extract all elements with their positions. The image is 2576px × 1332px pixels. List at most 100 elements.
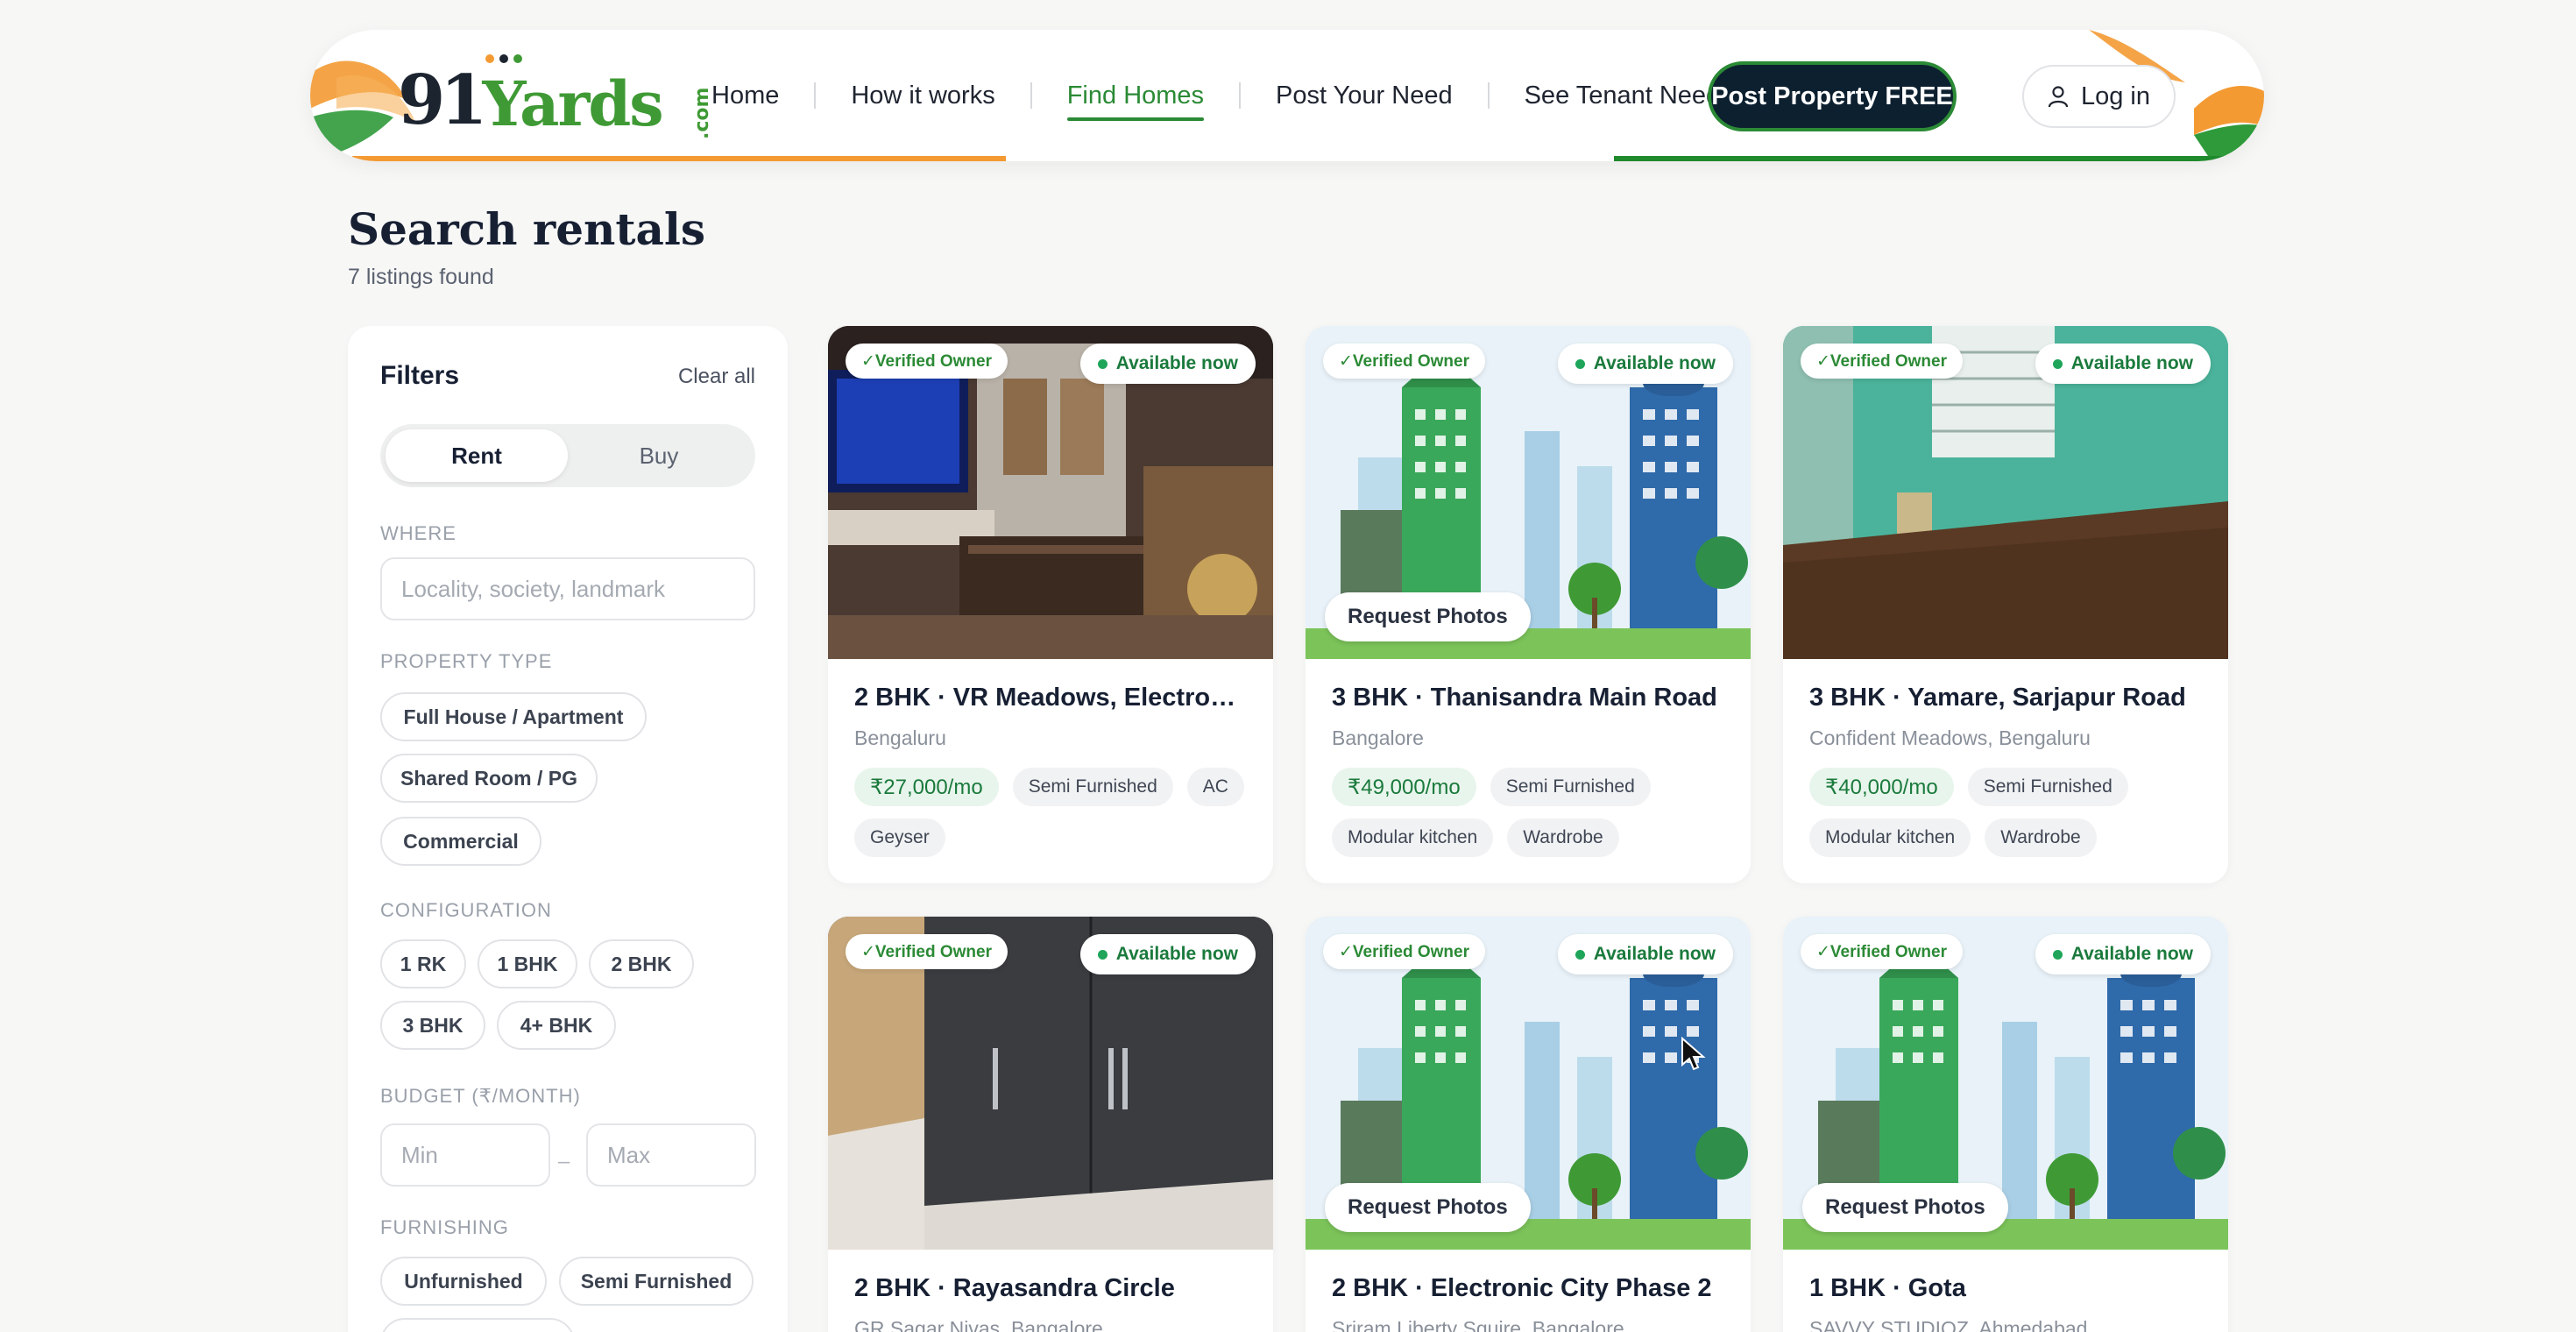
listing-title[interactable]: 2 BHK · Electronic City Phase 2: [1332, 1274, 1724, 1303]
available-dot-icon: [2052, 949, 2063, 960]
listing-card[interactable]: ✓Verified Owner Available now 2 BHK · VR…: [828, 326, 1273, 883]
nav-post-your-need[interactable]: Post Your Need: [1241, 81, 1488, 110]
listing-location: Confident Meadows, Bengaluru: [1809, 726, 2091, 749]
listing-photo[interactable]: ✓Verified Owner Available now Request Ph…: [1306, 917, 1751, 1250]
chip-2bhk[interactable]: 2 BHK: [589, 939, 694, 988]
listing-location: Bengaluru: [854, 726, 946, 749]
chip-4plus-bhk[interactable]: 4+ BHK: [497, 1001, 616, 1050]
budget-max-input[interactable]: Max: [586, 1123, 756, 1187]
mouse-cursor-icon: [1681, 1037, 1706, 1071]
chip-commercial[interactable]: Commercial: [380, 817, 541, 866]
property-type-label: PROPERTY TYPE: [380, 650, 553, 672]
chip-1bhk[interactable]: 1 BHK: [478, 939, 577, 988]
verified-owner-badge: ✓Verified Owner: [1323, 934, 1485, 969]
login-button[interactable]: Log in: [2022, 65, 2176, 128]
listing-title[interactable]: 2 BHK · Rayasandra Circle: [854, 1274, 1247, 1303]
listing-photo[interactable]: ✓Verified Owner Available now Request Ph…: [1306, 326, 1751, 659]
listing-tags: ₹27,000/mo Semi Furnished AC Geyser: [854, 768, 1247, 857]
header-accent-orange: [352, 156, 1006, 161]
top-navbar: 91 Yards .com Home How it works Find Hom…: [310, 30, 2264, 161]
budget-separator: –: [558, 1150, 570, 1173]
filters-title: Filters: [380, 361, 460, 390]
listing-tag: AC: [1186, 768, 1244, 806]
availability-label: Available now: [2070, 944, 2193, 964]
configuration-label: CONFIGURATION: [380, 899, 552, 921]
request-photos-button[interactable]: Request Photos: [1802, 1183, 2008, 1232]
availability-badge: Available now: [1557, 344, 1733, 384]
listing-card[interactable]: ✓Verified Owner Available now Request Ph…: [1306, 326, 1751, 883]
nav-find-homes[interactable]: Find Homes: [1032, 81, 1239, 121]
login-label: Log in: [2080, 81, 2150, 110]
listings-count: 7 listings found: [348, 265, 494, 289]
availability-badge: Available now: [1557, 934, 1733, 974]
listing-tags: ₹40,000/mo Semi Furnished Modular kitche…: [1809, 768, 2202, 857]
listing-title[interactable]: 3 BHK · Yamare, Sarjapur Road: [1809, 684, 2202, 712]
request-photos-button[interactable]: Request Photos: [1325, 592, 1531, 641]
site-logo[interactable]: 91 Yards .com: [398, 54, 713, 140]
verified-owner-badge: ✓Verified Owner: [1801, 934, 1963, 969]
listing-photo[interactable]: ✓Verified Owner Available now Request Ph…: [1783, 917, 2228, 1250]
rent-buy-toggle: Rent Buy: [380, 424, 755, 487]
verified-owner-badge: ✓Verified Owner: [846, 934, 1008, 969]
verified-owner-badge: ✓Verified Owner: [1801, 344, 1963, 379]
listing-photo[interactable]: ✓Verified Owner Available now: [1783, 326, 2228, 659]
listing-price: ₹27,000/mo: [854, 768, 999, 806]
budget-label: BUDGET (₹/MONTH): [380, 1085, 581, 1107]
filters-panel: Filters Clear all Rent Buy WHERE Localit…: [348, 326, 788, 1332]
listing-card[interactable]: ✓Verified Owner Available now 3 BHK · Ya…: [1783, 326, 2228, 883]
listing-price: ₹40,000/mo: [1809, 768, 1954, 806]
availability-label: Available now: [2070, 353, 2193, 373]
header-accent-green: [1614, 156, 2227, 161]
chip-furnishing-more[interactable]: [380, 1318, 575, 1332]
listing-tag: Modular kitchen: [1809, 818, 1971, 857]
clear-all-button[interactable]: Clear all: [678, 365, 755, 389]
chip-1rk[interactable]: 1 RK: [380, 939, 466, 988]
logo-number: 91: [398, 60, 488, 140]
post-property-button[interactable]: Post Property FREE: [1708, 61, 1957, 131]
listing-card[interactable]: ✓Verified Owner Available now 2 BHK · Ra…: [828, 917, 1273, 1332]
available-dot-icon: [2052, 358, 2063, 369]
listing-title[interactable]: 2 BHK · VR Meadows, Electronic ...: [854, 684, 1247, 712]
where-label: WHERE: [380, 522, 456, 544]
chip-shared-room[interactable]: Shared Room / PG: [380, 754, 598, 803]
chip-full-house[interactable]: Full House / Apartment: [380, 692, 647, 741]
toggle-rent[interactable]: Rent: [386, 429, 568, 482]
listing-card[interactable]: ✓Verified Owner Available now Request Ph…: [1306, 917, 1751, 1332]
chip-unfurnished[interactable]: Unfurnished: [380, 1257, 547, 1306]
availability-badge: Available now: [1079, 934, 1256, 974]
availability-label: Available now: [1593, 944, 1716, 964]
listing-card[interactable]: ✓Verified Owner Available now Request Ph…: [1783, 917, 2228, 1332]
listing-tag: Semi Furnished: [1967, 768, 2128, 806]
listing-photo[interactable]: ✓Verified Owner Available now: [828, 917, 1273, 1250]
verified-owner-badge: ✓Verified Owner: [846, 344, 1008, 379]
available-dot-icon: [1575, 949, 1585, 960]
chip-3bhk[interactable]: 3 BHK: [380, 1001, 485, 1050]
logo-dots: [485, 54, 522, 63]
listing-title[interactable]: 1 BHK · Gota: [1809, 1274, 2202, 1303]
listing-location: GR Sagar Nivas, Bangalore: [854, 1317, 1103, 1332]
listing-price: ₹49,000/mo: [1332, 768, 1476, 806]
where-input[interactable]: Locality, society, landmark: [380, 557, 755, 620]
available-dot-icon: [1575, 358, 1585, 369]
listing-title[interactable]: 3 BHK · Thanisandra Main Road: [1332, 684, 1724, 712]
budget-min-input[interactable]: Min: [380, 1123, 550, 1187]
furnishing-label: FURNISHING: [380, 1216, 509, 1238]
toggle-buy[interactable]: Buy: [568, 429, 750, 482]
listing-photo[interactable]: ✓Verified Owner Available now: [828, 326, 1273, 659]
nav-how-it-works[interactable]: How it works: [816, 81, 1030, 110]
listing-tag: Modular kitchen: [1332, 818, 1494, 857]
nav-home[interactable]: Home: [676, 81, 814, 110]
listing-location: Bangalore: [1332, 726, 1424, 749]
logo-word: Yards: [482, 67, 664, 140]
verified-owner-badge: ✓Verified Owner: [1323, 344, 1485, 379]
listing-tag: Wardrobe: [1507, 818, 1619, 857]
listing-location: SAVVY STUDIOZ, Ahmedabad: [1809, 1317, 2088, 1332]
page-title: Search rentals: [348, 203, 706, 255]
availability-badge: Available now: [2035, 934, 2211, 974]
request-photos-button[interactable]: Request Photos: [1325, 1183, 1531, 1232]
chip-semi-furnished[interactable]: Semi Furnished: [559, 1257, 754, 1306]
listing-tag: Semi Furnished: [1012, 768, 1173, 806]
available-dot-icon: [1097, 358, 1108, 369]
availability-label: Available now: [1593, 353, 1716, 373]
listing-tag: Geyser: [854, 818, 945, 857]
